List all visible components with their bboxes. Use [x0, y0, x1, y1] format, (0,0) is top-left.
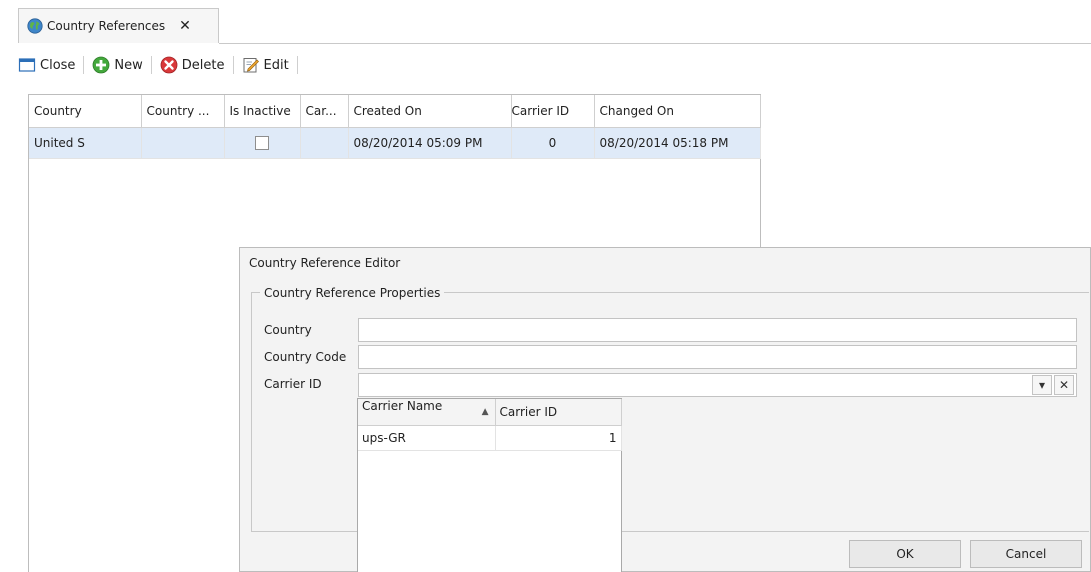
chevron-down-icon[interactable]: ▾ — [1032, 375, 1052, 395]
properties-group-title: Country Reference Properties — [260, 286, 445, 300]
close-icon[interactable]: ✕ — [179, 18, 191, 34]
column-header-country-code[interactable]: Country ... — [141, 95, 225, 128]
column-header-carrier-id[interactable]: Carrier ID — [495, 399, 622, 426]
carrier-id-combobox[interactable]: ▾ ✕ — [358, 373, 1077, 397]
new-button-label: New — [114, 57, 143, 73]
edit-icon — [242, 56, 260, 74]
cell-carrier[interactable] — [300, 127, 349, 159]
tab-strip-divider — [219, 43, 1091, 44]
column-header-changed-on[interactable]: Changed On — [594, 95, 761, 128]
tab-title: Country References — [47, 19, 166, 33]
column-header-carrier[interactable]: Car... — [300, 95, 349, 128]
cell-country-code[interactable] — [141, 127, 225, 159]
delete-button-label: Delete — [181, 57, 225, 73]
cell-carrier-name[interactable]: ups-GR — [358, 425, 496, 451]
delete-button[interactable]: Delete — [156, 56, 229, 74]
country-label: Country — [264, 323, 312, 337]
is-inactive-checkbox[interactable] — [255, 136, 269, 151]
edit-button-label: Edit — [263, 57, 289, 73]
cell-changed-on[interactable]: 08/20/2014 05:18 PM — [594, 127, 761, 159]
dialog-title: Country Reference Editor — [249, 256, 401, 270]
column-header-country[interactable]: Country — [29, 95, 142, 128]
cell-carrier-id[interactable]: 1 — [495, 425, 622, 451]
new-button[interactable]: New — [88, 56, 146, 74]
carrier-lookup-table: Carrier Name ▲ Carrier ID ups-GR 1 — [358, 399, 622, 451]
toolbar-separator — [150, 56, 152, 74]
country-code-label: Country Code — [264, 350, 347, 364]
close-button[interactable]: Close — [14, 56, 79, 74]
table-row[interactable]: ups-GR 1 — [358, 425, 622, 451]
cell-country[interactable]: United S — [29, 127, 142, 159]
globe-icon — [27, 18, 43, 34]
column-header-created-on[interactable]: Created On — [348, 95, 512, 128]
table-header-row: Carrier Name ▲ Carrier ID — [358, 399, 622, 426]
delete-icon — [160, 56, 178, 74]
cell-is-inactive[interactable] — [224, 127, 301, 159]
country-code-field[interactable] — [358, 345, 1077, 369]
add-icon — [92, 56, 110, 74]
close-button-label: Close — [40, 57, 76, 73]
window-icon — [18, 56, 36, 74]
toolbar: Close New Delete Edit — [14, 52, 302, 78]
toolbar-separator — [83, 56, 85, 74]
cancel-button[interactable]: Cancel — [970, 540, 1082, 568]
cell-carrier-id[interactable]: 0 — [511, 127, 595, 159]
country-field[interactable] — [358, 318, 1077, 342]
carrier-name-header-label: Carrier Name — [362, 399, 443, 413]
sort-ascending-icon: ▲ — [481, 407, 489, 417]
table-header-row: Country Country ... Is Inactive Car... C… — [29, 95, 761, 128]
column-header-carrier-id[interactable]: Carrier ID — [511, 95, 595, 128]
clear-icon[interactable]: ✕ — [1054, 375, 1074, 395]
table-row[interactable]: United S 08/20/2014 05:09 PM 0 08/20/201… — [29, 127, 761, 159]
country-table: Country Country ... Is Inactive Car... C… — [29, 95, 761, 159]
ok-button[interactable]: OK — [849, 540, 961, 568]
column-header-carrier-name[interactable]: Carrier Name ▲ — [358, 399, 496, 426]
tab-country-references[interactable]: Country References ✕ — [18, 8, 219, 43]
column-header-is-inactive[interactable]: Is Inactive — [224, 95, 301, 128]
toolbar-separator — [296, 56, 298, 74]
toolbar-separator — [232, 56, 234, 74]
carrier-dropdown-popup: Carrier Name ▲ Carrier ID ups-GR 1 — [357, 398, 622, 572]
cell-created-on[interactable]: 08/20/2014 05:09 PM — [348, 127, 512, 159]
carrier-id-label: Carrier ID — [264, 377, 322, 391]
edit-button[interactable]: Edit — [238, 56, 293, 74]
